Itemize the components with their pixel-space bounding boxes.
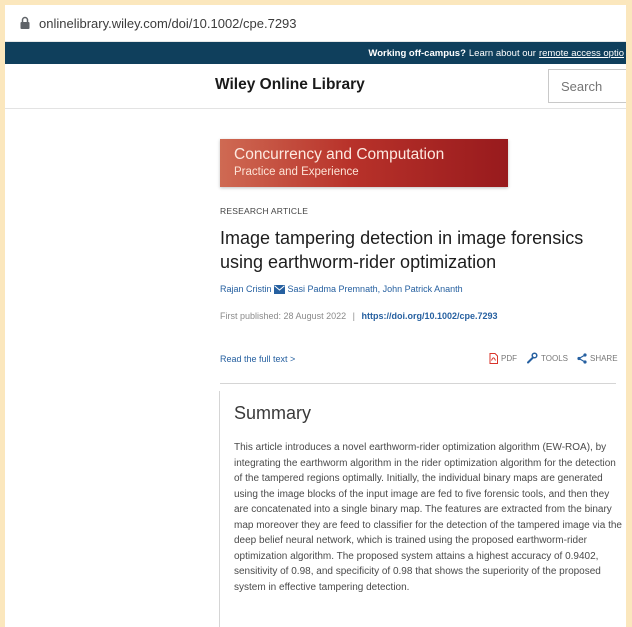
browser-window: onlinelibrary.wiley.com/doi/10.1002/cpe.… (5, 5, 626, 627)
publication-info: First published: 28 August 2022 | https:… (220, 311, 498, 321)
url-text[interactable]: onlinelibrary.wiley.com/doi/10.1002/cpe.… (39, 16, 297, 31)
lock-icon (20, 16, 30, 29)
remote-access-link[interactable]: remote access optio (539, 48, 624, 59)
author-first[interactable]: Rajan Cristin (220, 284, 272, 294)
doi-link[interactable]: https://doi.org/10.1002/cpe.7293 (361, 311, 497, 321)
site-header: Wiley Online Library (5, 64, 626, 109)
pdf-button[interactable]: PDF (489, 352, 517, 364)
published-date: 28 August 2022 (283, 311, 347, 321)
off-campus-banner: Working off-campus? Learn about our remo… (5, 42, 626, 64)
article-tools: PDF TOOLS SHARE (489, 352, 626, 364)
pdf-label: PDF (501, 353, 517, 363)
off-campus-bold: Working off-campus? (368, 47, 466, 59)
summary-heading: Summary (234, 403, 312, 423)
off-campus-text: Learn about our (468, 47, 536, 59)
summary-text: This article introduces a novel earthwor… (234, 442, 622, 593)
tools-button[interactable]: TOOLS (526, 352, 568, 364)
address-bar[interactable]: onlinelibrary.wiley.com/doi/10.1002/cpe.… (5, 5, 626, 42)
published-label: First published: (220, 311, 282, 321)
search-input[interactable] (548, 69, 626, 103)
journal-title: Concurrency and Computation (234, 146, 445, 163)
email-icon[interactable] (273, 284, 285, 294)
section-divider (220, 383, 616, 384)
author-rest[interactable]: Sasi Padma Premnath, John Patrick Ananth (288, 284, 463, 294)
site-brand[interactable]: Wiley Online Library (215, 76, 365, 94)
pdf-icon (489, 352, 498, 364)
article-type: RESEARCH ARTICLE (220, 206, 309, 216)
summary-border (219, 391, 220, 627)
share-button[interactable]: SHARE (577, 352, 618, 364)
share-icon (577, 352, 587, 364)
share-label: SHARE (589, 353, 618, 363)
wrench-icon (527, 352, 538, 364)
journal-subtitle: Practice and Experience (234, 166, 359, 178)
tools-label: TOOLS (541, 353, 568, 363)
published-separator: | (352, 311, 355, 321)
read-full-text-link[interactable]: Read the full text > (220, 354, 295, 364)
journal-banner[interactable]: Concurrency and Computation Practice and… (220, 139, 508, 187)
author-list: Rajan Cristin Sasi Padma Premnath, John … (220, 284, 463, 294)
article-title: Image tampering detection in image foren… (220, 228, 584, 272)
